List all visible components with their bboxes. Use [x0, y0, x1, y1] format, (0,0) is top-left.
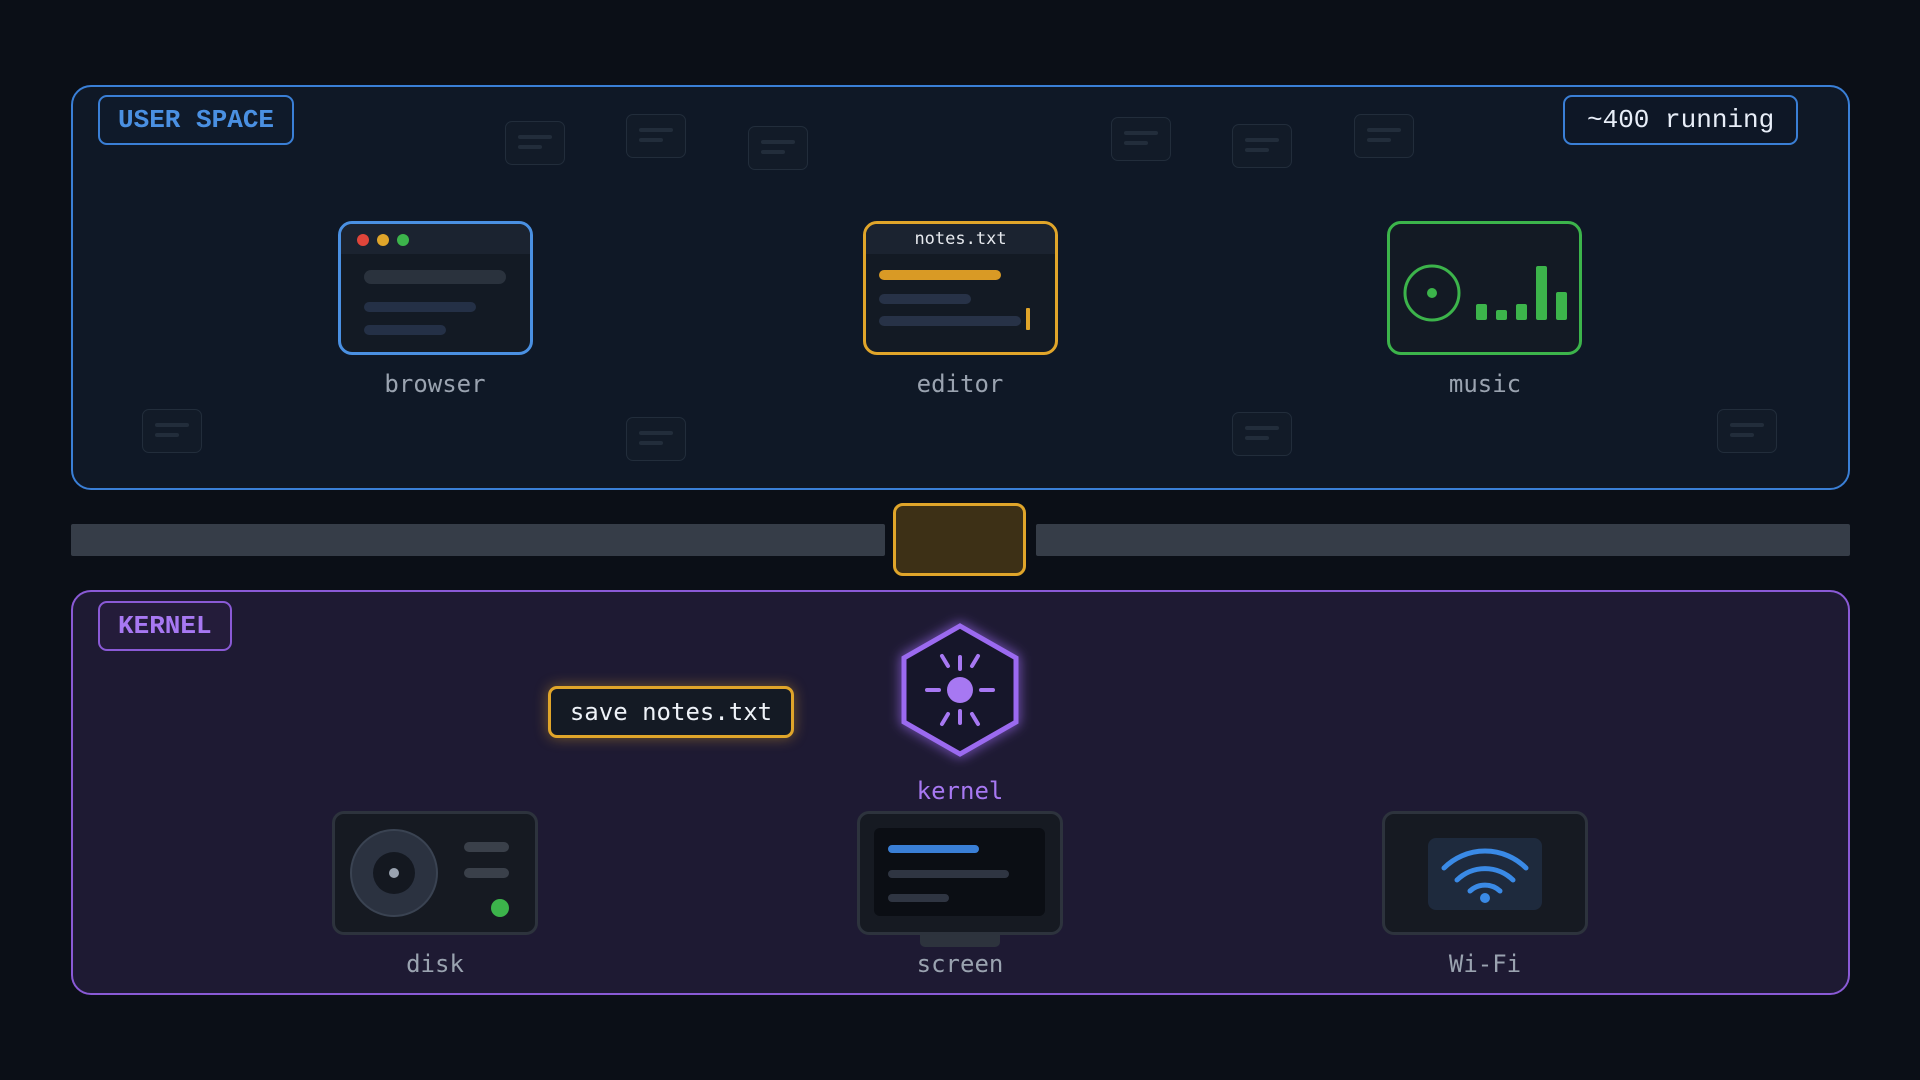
- music-visualizer-icon: [1403, 264, 1567, 322]
- background-process-icon: [1354, 114, 1414, 158]
- background-process-icon: [1717, 409, 1777, 453]
- background-process-icon: [1111, 117, 1171, 161]
- text-line-icon: [879, 270, 1001, 280]
- browser-label: browser: [384, 370, 486, 398]
- kernel-tag: KERNEL: [98, 601, 232, 651]
- disk-device-icon: [332, 811, 538, 935]
- content-line-icon: [364, 325, 446, 335]
- background-process-icon: [1232, 124, 1292, 168]
- browser-app-icon: [338, 221, 533, 355]
- monitor-display-icon: [874, 828, 1045, 916]
- address-bar-icon: [364, 270, 506, 284]
- editor-app-icon: notes.txt: [863, 221, 1058, 355]
- hard-drive-icon: [350, 829, 509, 917]
- kernel-core-icon: [901, 623, 1019, 757]
- browser-titlebar: [341, 224, 530, 254]
- display-line-icon: [888, 845, 979, 853]
- wifi-icon: [1441, 848, 1529, 903]
- text-line-icon: [879, 294, 971, 304]
- close-dot-icon: [357, 234, 369, 246]
- background-process-icon: [505, 121, 565, 165]
- minimize-dot-icon: [377, 234, 389, 246]
- screen-label: screen: [916, 950, 1004, 978]
- text-cursor-icon: [1026, 308, 1030, 330]
- background-process-icon: [1232, 412, 1292, 456]
- display-line-icon: [888, 870, 1009, 878]
- kernel-core-label: kernel: [916, 777, 1004, 805]
- syscall-request-badge: save notes.txt: [548, 686, 794, 738]
- editor-file-name: notes.txt: [866, 224, 1055, 254]
- disk-label: disk: [406, 950, 464, 978]
- syscall-gate: [893, 503, 1026, 576]
- background-process-icon: [142, 409, 202, 453]
- process-count-badge: ~400 running: [1563, 95, 1799, 145]
- boundary-wall-right: [1036, 524, 1850, 556]
- screen-device-icon: [857, 811, 1063, 935]
- music-app-icon: [1387, 221, 1582, 355]
- text-line-icon: [879, 316, 1021, 326]
- wifi-label: Wi-Fi: [1448, 950, 1522, 978]
- background-process-icon: [748, 126, 808, 170]
- maximize-dot-icon: [397, 234, 409, 246]
- display-line-icon: [888, 894, 949, 902]
- user-space-tag: USER SPACE: [98, 95, 295, 145]
- background-process-icon: [626, 417, 686, 461]
- content-line-icon: [364, 302, 476, 312]
- boundary-wall-left: [71, 524, 885, 556]
- wifi-card-icon: [1428, 838, 1542, 910]
- background-process-icon: [626, 114, 686, 158]
- monitor-stand-icon: [920, 935, 1000, 947]
- music-label: music: [1448, 370, 1522, 398]
- wifi-device-icon: [1382, 811, 1588, 935]
- editor-label: editor: [916, 370, 1004, 398]
